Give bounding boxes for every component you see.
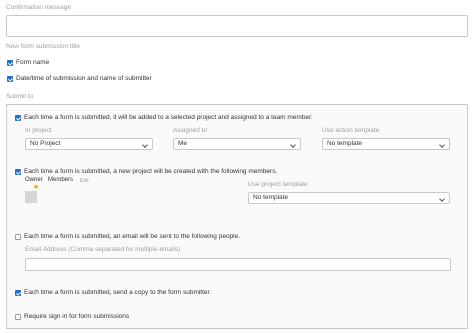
datetime-checkbox[interactable] [7, 76, 13, 82]
form-name-label: Form name [16, 59, 50, 66]
assigned-to-label: Assigned to [173, 127, 207, 134]
owner-label: Owner [25, 177, 43, 183]
action-template-label: Use action template [322, 127, 380, 134]
require-signin-text: Require sign in for form submissions [24, 313, 130, 320]
chevron-down-icon [439, 196, 445, 202]
chevron-down-icon [439, 142, 445, 148]
confirmation-label: Confirmation message [6, 4, 72, 11]
in-project-label: In project [25, 127, 52, 134]
project-template-label: Use project template [248, 181, 308, 188]
star-icon: ★ [33, 184, 40, 191]
project-template-value: No template [253, 194, 289, 201]
project-template-select[interactable]: No template [248, 192, 450, 204]
project-assign-checkbox[interactable] [15, 115, 21, 121]
assigned-to-value: Me [178, 140, 188, 147]
action-template-value: No template [327, 140, 363, 147]
chevron-down-icon [290, 142, 296, 148]
assigned-to-select[interactable]: Me [173, 138, 301, 150]
in-project-value: No Project [30, 140, 61, 147]
send-copy-checkbox[interactable] [15, 290, 21, 296]
action-template-select[interactable]: No template [322, 138, 450, 150]
edit-members-link[interactable]: Edit [80, 178, 89, 184]
new-project-text: Each time a form is submitted, a new pro… [24, 168, 278, 175]
email-address-label: Email Address (Comma separated for multi… [25, 246, 181, 253]
submit-to-label: Submit to [6, 93, 34, 100]
avatar [25, 191, 37, 203]
new-project-checkbox[interactable] [15, 169, 21, 175]
members-label: Members [48, 177, 74, 183]
chevron-down-icon [142, 142, 148, 148]
in-project-select[interactable]: No Project [25, 138, 153, 150]
require-signin-checkbox[interactable] [15, 314, 21, 320]
email-text: Each time a form is submitted, an email … [24, 233, 241, 240]
project-assign-text: Each time a form is submitted, it will b… [24, 114, 313, 121]
form-name-checkbox[interactable] [7, 60, 13, 66]
email-address-input[interactable] [25, 258, 451, 271]
new-title-label: New form submission title [6, 43, 81, 50]
email-checkbox[interactable] [15, 234, 21, 240]
datetime-label: Date/time of submission and name of subm… [16, 75, 152, 82]
send-copy-text: Each time a form is submitted, send a co… [24, 289, 212, 296]
confirmation-textarea[interactable] [6, 15, 468, 37]
